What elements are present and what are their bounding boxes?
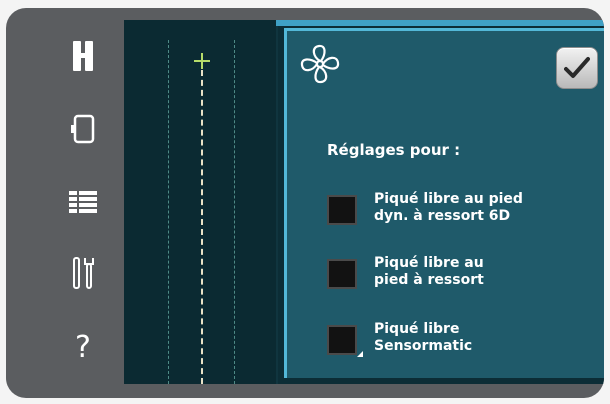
needle-position-line <box>201 60 203 384</box>
needle-crosshair-icon <box>194 53 210 69</box>
help-icon[interactable]: ? <box>61 326 105 370</box>
option-label: Piqué libre au pied à ressort <box>374 255 484 288</box>
settings-tools-icon[interactable] <box>61 251 105 295</box>
presser-foot-icon[interactable] <box>61 34 105 78</box>
submenu-corner-icon <box>357 351 363 357</box>
menu-list-icon[interactable] <box>61 180 105 224</box>
stitch-preview-area <box>124 20 278 384</box>
option-label: Piqué libre Sensormatic <box>374 321 473 354</box>
settings-panel: Réglages pour : Piqué libre au pied dyn.… <box>284 28 604 378</box>
option-checkbox[interactable] <box>327 325 357 355</box>
screen: Réglages pour : Piqué libre au pied dyn.… <box>124 20 604 384</box>
device-frame: ? Réglages pour: Piqué libre au pied dy… <box>6 8 604 398</box>
settings-title: Réglages pour : <box>327 141 461 159</box>
guide-line <box>234 40 235 384</box>
fan-icon <box>300 44 340 84</box>
panel-top-bar <box>276 20 604 26</box>
option-free-motion-spring-foot[interactable]: Piqué libre au pied à ressort <box>327 255 577 299</box>
option-free-motion-sensormatic[interactable]: Piqué libre Sensormatic <box>327 321 577 365</box>
help-glyph: ? <box>75 330 91 365</box>
option-label: Piqué libre au pied dyn. à ressort 6D <box>374 191 523 224</box>
confirm-button[interactable] <box>556 47 598 89</box>
option-checkbox[interactable] <box>327 195 357 225</box>
hoop-icon[interactable] <box>61 107 105 151</box>
option-checkbox[interactable] <box>327 259 357 289</box>
checkmark-icon <box>564 57 590 78</box>
sidebar: ? <box>6 8 124 398</box>
option-free-motion-6d-spring[interactable]: Piqué libre au pied dyn. à ressort 6D <box>327 191 577 235</box>
guide-line <box>168 40 169 384</box>
